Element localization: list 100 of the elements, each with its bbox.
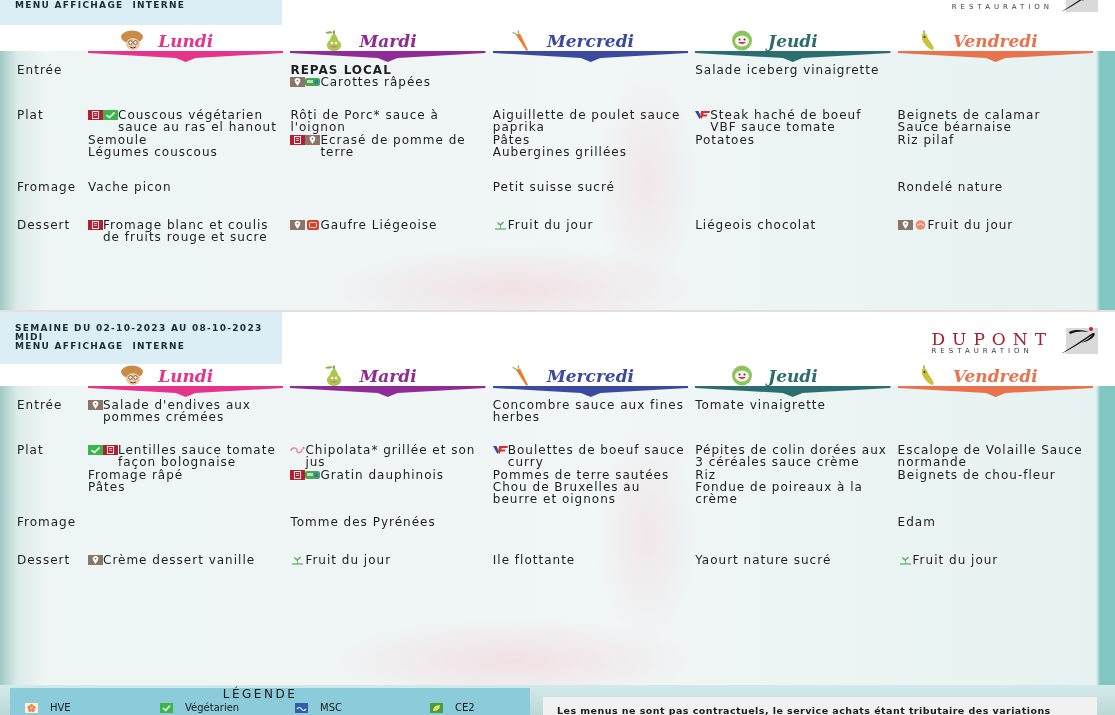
dish-text: Lentilles sauce tomate façon bolognaise — [118, 444, 277, 469]
dish-text: Tomate vinaigrette — [695, 399, 826, 412]
location-pin-icon — [305, 134, 321, 145]
dish-text: Tomme des Pyrénées — [290, 516, 436, 529]
flower-icon — [25, 702, 38, 713]
dish-text: Riz pilaf — [897, 133, 955, 146]
dish-text: Concombre sauce aux fines herbes — [492, 399, 685, 424]
dish-text: Liégeois chocolat — [695, 219, 817, 232]
row-label: Plat — [17, 109, 45, 122]
check-icon — [103, 110, 118, 120]
dish-text: Escalope de Volaille Sauce normande — [897, 444, 1084, 469]
dish-text: Salade d'endives aux pommes crémées — [103, 399, 252, 424]
dish-text: Rôti de Porc* sauce à l'oignon — [290, 109, 440, 134]
row-label: Fromage — [17, 181, 78, 194]
legend-label: HVE — [50, 701, 71, 714]
lettuce-icon — [730, 30, 755, 51]
dish-text: Edam — [897, 516, 936, 529]
dish-text: Gaufre Liégeoise — [320, 219, 438, 232]
row-label: Fromage — [17, 516, 78, 529]
dish-text: Petit suisse sucré — [492, 181, 615, 194]
day-name: Lundi — [158, 367, 214, 386]
label-icon — [305, 77, 321, 88]
location-pin-icon — [897, 220, 913, 230]
row-label: Dessert — [17, 219, 72, 232]
dish-text: Fromage blanc et coulis de fruits rouge et sucre — [103, 219, 270, 244]
curl-icon — [290, 445, 306, 455]
document-icon — [88, 220, 103, 230]
mushroom-icon — [120, 30, 145, 51]
dish-text: Pâtes — [88, 480, 126, 494]
dish-text: Chipolata* grillée et son jus — [305, 444, 477, 469]
dish-text: Salade iceberg vinaigrette — [695, 64, 880, 77]
row-label: Plat — [17, 444, 45, 457]
mushroom-icon — [120, 365, 145, 386]
location-pin-icon — [88, 555, 103, 565]
location-pin-icon — [290, 77, 306, 88]
dish-text: Steak haché de boeuf VBF sauce tomate — [710, 109, 863, 134]
document-icon — [103, 445, 118, 455]
sprout-icon — [897, 555, 913, 565]
dish-text: Crème dessert vanille — [103, 554, 256, 567]
dish-text: Vache picon — [88, 181, 172, 194]
dish-text: Gratin dauphinois — [320, 468, 445, 481]
chevron-logo-icon — [492, 445, 508, 455]
lettuce-icon — [730, 365, 755, 386]
dish-text: Sauce béarnaise — [897, 121, 1012, 134]
dish-text: Chou de Bruxelles au beurre et oignons — [492, 480, 642, 506]
legend-label: CE2 — [455, 701, 475, 714]
chevron-logo-icon — [695, 110, 711, 120]
dish-text: Pâtes — [492, 133, 531, 146]
dish-text: Fondue de poireaux à la crème — [695, 480, 864, 506]
header-text: MENU AFFICHAGE INTERNE — [15, 342, 186, 351]
stamp-icon — [305, 220, 321, 230]
dish-text: Aubergines grillées — [492, 145, 627, 159]
dish-text: Aiguillette de poulet sauce paprika — [492, 109, 682, 134]
swoosh-icon — [1061, 0, 1098, 12]
label-icon — [305, 469, 321, 480]
document-icon — [290, 469, 306, 480]
dish-text: Potatoes — [695, 133, 756, 146]
logo-wordmark: DUPONT — [931, 332, 1053, 347]
dish-text: Fruit du jour — [912, 554, 999, 567]
dish-text: Riz — [695, 468, 717, 481]
row-label: Entrée — [17, 399, 64, 412]
dish-text: Ile flottante — [492, 554, 576, 567]
swoosh-icon — [1061, 326, 1098, 354]
dish-text: Yaourt nature sucré — [695, 554, 832, 567]
dish-text: Beignets de calamar — [897, 109, 1041, 122]
row-label: Entrée — [17, 64, 64, 77]
document-icon — [88, 110, 103, 120]
header-text: MIDI — [15, 333, 44, 342]
check-icon — [160, 702, 173, 713]
row-label: Dessert — [17, 554, 72, 567]
legend-label: MSC — [320, 701, 342, 714]
header-text: MENU AFFICHAGE INTERNE — [15, 1, 186, 10]
leaf-icon — [430, 702, 443, 713]
dish-text: Fruit du jour — [927, 219, 1014, 232]
day-name: Mercredi — [546, 367, 634, 386]
dish-text: Ecrasé de pomme de terre — [320, 133, 467, 159]
document-icon — [290, 134, 306, 145]
location-pin-icon — [88, 400, 103, 410]
dish-text: Carottes râpées — [320, 76, 431, 89]
dish-text: Légumes couscous — [88, 145, 218, 159]
day-name: Mardi — [359, 367, 417, 386]
day-name: Mercredi — [546, 32, 634, 51]
legend-label: Végétarien — [185, 701, 240, 714]
dish-text: Pommes de terre sautées — [492, 468, 670, 481]
dish-text: Beignets de chou-fleur — [897, 468, 1056, 481]
dish-text: Semoule — [88, 133, 148, 146]
legend-title: LÉGENDE — [222, 688, 298, 701]
dish-text: Fruit du jour — [507, 219, 594, 232]
sprout-icon — [492, 220, 508, 230]
dish-text: Boulettes de boeuf sauce curry — [507, 444, 686, 469]
dish-text: Fromage râpé — [88, 468, 184, 481]
dish-text: Rondelé nature — [897, 181, 1004, 194]
location-pin-icon — [290, 220, 306, 230]
day-name: Lundi — [158, 32, 214, 51]
wave-badge-icon — [295, 702, 308, 713]
day-name: Vendredi — [952, 32, 1038, 51]
dish-text: Fruit du jour — [305, 554, 392, 567]
dish-text: Pépites de colin dorées aux 3 céréales sauce crème — [695, 444, 888, 469]
day-name: Mardi — [359, 32, 417, 51]
menu-note: REPAS LOCAL — [290, 64, 392, 77]
